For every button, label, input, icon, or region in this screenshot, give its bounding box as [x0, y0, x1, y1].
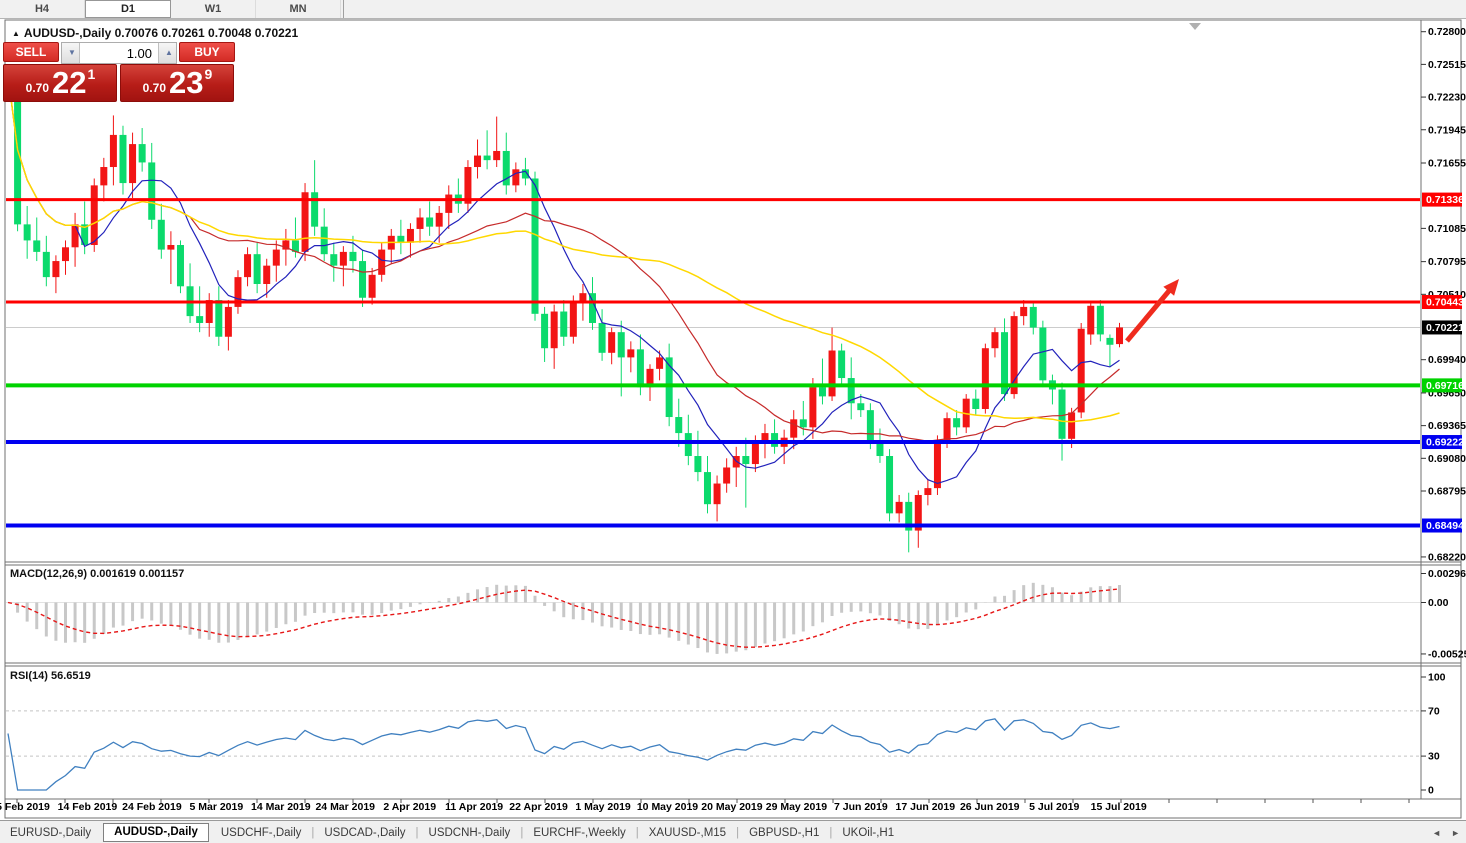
svg-text:0.69080: 0.69080 [1428, 453, 1466, 465]
tab-gbpusd-h1[interactable]: GBPUSD-,H1 [739, 823, 829, 843]
timeframe-button-w1[interactable]: W1 [171, 0, 256, 18]
tab-eurchf-weekly[interactable]: EURCHF-,Weekly [523, 823, 635, 843]
sell-price-pip: 1 [88, 66, 96, 82]
svg-text:0.69940: 0.69940 [1428, 354, 1466, 366]
tab-scroll-buttons: ◄ ► [1432, 828, 1460, 838]
svg-text:0.68795: 0.68795 [1428, 485, 1466, 497]
svg-text:0.00: 0.00 [1428, 597, 1449, 609]
svg-text:0.71336: 0.71336 [1426, 194, 1464, 206]
tab-xauusd-m15[interactable]: XAUUSD-,M15 [639, 823, 736, 843]
tab-scroll-left-icon[interactable]: ◄ [1432, 828, 1441, 838]
volume-increase-icon[interactable]: ▲ [159, 43, 176, 63]
svg-text:0.69222: 0.69222 [1426, 437, 1464, 449]
buy-price-pip: 9 [205, 66, 213, 82]
chart-canvas[interactable]: 0.72800 0.72515 0.72230 0.71945 0.71655 0.710… [0, 0, 1466, 843]
svg-text:0.71945: 0.71945 [1428, 124, 1466, 136]
svg-text:0.002962: 0.002962 [1428, 568, 1466, 580]
buy-price-main: 23 [169, 66, 203, 100]
svg-text:2 Apr 2019: 2 Apr 2019 [383, 801, 436, 813]
svg-text:0.70795: 0.70795 [1428, 256, 1466, 268]
one-click-trade-panel: SELL ▼ ▲ BUY 0.70 22 1 0.70 23 9 [3, 42, 235, 102]
svg-text:5 Jul 2019: 5 Jul 2019 [1029, 801, 1079, 813]
trading-terminal: H4D1W1MN 0.728000.725150.722300.719450.7… [0, 0, 1466, 843]
svg-text:24 Mar 2019: 24 Mar 2019 [315, 801, 375, 813]
macd-indicator-label: MACD(12,26,9) 0.001619 0.001157 [10, 568, 184, 580]
timeframe-toolbar: H4D1W1MN [0, 0, 1466, 19]
tab-usdcnh-daily[interactable]: USDCNH-,Daily [419, 823, 521, 843]
svg-text:0.68220: 0.68220 [1428, 551, 1466, 563]
svg-text:10 May 2019: 10 May 2019 [637, 801, 698, 813]
svg-text:14 Feb 2019: 14 Feb 2019 [58, 801, 118, 813]
tab-eurusd-daily[interactable]: EURUSD-,Daily [0, 823, 101, 843]
svg-text:17 Jun 2019: 17 Jun 2019 [896, 801, 956, 813]
timeframe-button-d1[interactable]: D1 [85, 0, 171, 18]
collapse-triangle-icon[interactable]: ▲ [12, 29, 20, 38]
tab-usdchf-daily[interactable]: USDCHF-,Daily [211, 823, 312, 843]
svg-text:0.71655: 0.71655 [1428, 158, 1466, 170]
rsi-indicator-label: RSI(14) 56.6519 [10, 670, 91, 682]
chart-tab-bar: EURUSD-,DailyAUDUSD-,DailyUSDCHF-,Daily|… [0, 820, 1466, 843]
svg-text:14 Mar 2019: 14 Mar 2019 [251, 801, 311, 813]
svg-text:0.72515: 0.72515 [1428, 59, 1466, 71]
svg-text:5 Feb 2019: 5 Feb 2019 [0, 801, 50, 813]
svg-text:-0.005255: -0.005255 [1428, 648, 1466, 660]
svg-text:1 May 2019: 1 May 2019 [575, 801, 631, 813]
svg-text:20 May 2019: 20 May 2019 [701, 801, 762, 813]
svg-text:7 Jun 2019: 7 Jun 2019 [834, 801, 888, 813]
svg-text:100: 100 [1428, 672, 1446, 684]
volume-input[interactable] [79, 43, 159, 63]
svg-text:24 Feb 2019: 24 Feb 2019 [122, 801, 182, 813]
svg-text:29 May 2019: 29 May 2019 [766, 801, 827, 813]
chart-window-frame [5, 20, 1461, 818]
symbol-title: AUDUSD-,Daily [24, 26, 111, 40]
svg-text:0.71085: 0.71085 [1428, 223, 1466, 235]
sell-price-box[interactable]: 0.70 22 1 [3, 64, 117, 102]
svg-text:0.72800: 0.72800 [1428, 26, 1466, 38]
sell-button[interactable]: SELL [3, 42, 59, 62]
tab-ukoil-h1[interactable]: UKOil-,H1 [832, 823, 904, 843]
svg-text:0.70221: 0.70221 [1426, 322, 1464, 334]
buy-price-box[interactable]: 0.70 23 9 [120, 64, 234, 102]
svg-text:70: 70 [1428, 705, 1440, 717]
svg-text:15 Jul 2019: 15 Jul 2019 [1091, 801, 1147, 813]
tab-audusd-daily[interactable]: AUDUSD-,Daily [103, 823, 209, 842]
tab-usdcad-daily[interactable]: USDCAD-,Daily [314, 823, 415, 843]
volume-decrease-icon[interactable]: ▼ [62, 43, 79, 63]
buy-button[interactable]: BUY [179, 42, 235, 62]
tabs-container: EURUSD-,DailyAUDUSD-,DailyUSDCHF-,Daily|… [0, 823, 904, 843]
svg-text:30: 30 [1428, 751, 1440, 763]
svg-text:0.69716: 0.69716 [1426, 380, 1464, 392]
volume-stepper: ▼ ▲ [61, 42, 177, 64]
svg-text:26 Jun 2019: 26 Jun 2019 [960, 801, 1020, 813]
sell-price-main: 22 [52, 66, 86, 100]
chart-symbol-header: ▲ AUDUSD-,Daily 0.70076 0.70261 0.70048 0… [12, 26, 298, 40]
svg-text:0.70443: 0.70443 [1426, 297, 1464, 309]
svg-text:11 Apr 2019: 11 Apr 2019 [445, 801, 503, 813]
svg-text:0.68494: 0.68494 [1426, 520, 1464, 532]
timeframe-button-mn[interactable]: MN [256, 0, 341, 18]
svg-text:5 Mar 2019: 5 Mar 2019 [189, 801, 243, 813]
ohlc-values: 0.70076 0.70261 0.70048 0.70221 [115, 26, 299, 40]
sell-price-prefix: 0.70 [26, 81, 49, 95]
timeframe-button-h4[interactable]: H4 [0, 0, 85, 18]
toolbar-separator [343, 0, 344, 18]
svg-text:0: 0 [1428, 785, 1434, 797]
svg-text:0.69365: 0.69365 [1428, 420, 1466, 432]
buy-price-prefix: 0.70 [143, 81, 166, 95]
svg-text:0.72230: 0.72230 [1428, 92, 1466, 104]
tab-scroll-right-icon[interactable]: ► [1451, 828, 1460, 838]
svg-text:22 Apr 2019: 22 Apr 2019 [509, 801, 568, 813]
